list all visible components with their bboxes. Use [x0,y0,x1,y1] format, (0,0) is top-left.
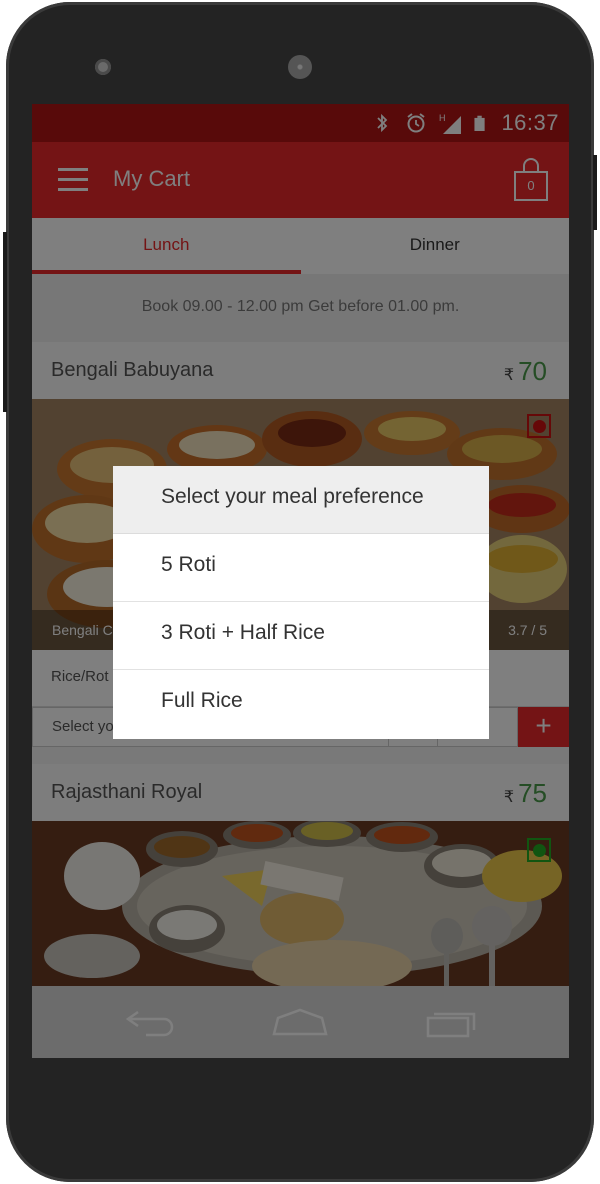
dialog-title: Select your meal preference [113,466,489,534]
volume-button [3,232,7,412]
power-button [593,155,597,230]
option-full-rice[interactable]: Full Rice [113,670,489,738]
front-camera [95,59,111,75]
screen: H 16:37 My Cart 0 Lunch Dinner Book 09.0… [32,104,569,1058]
earpiece-speaker [288,55,312,79]
meal-preference-dialog: Select your meal preference 5 Roti 3 Rot… [113,466,489,739]
option-5-roti[interactable]: 5 Roti [113,534,489,602]
option-3-roti-half-rice[interactable]: 3 Roti + Half Rice [113,602,489,670]
